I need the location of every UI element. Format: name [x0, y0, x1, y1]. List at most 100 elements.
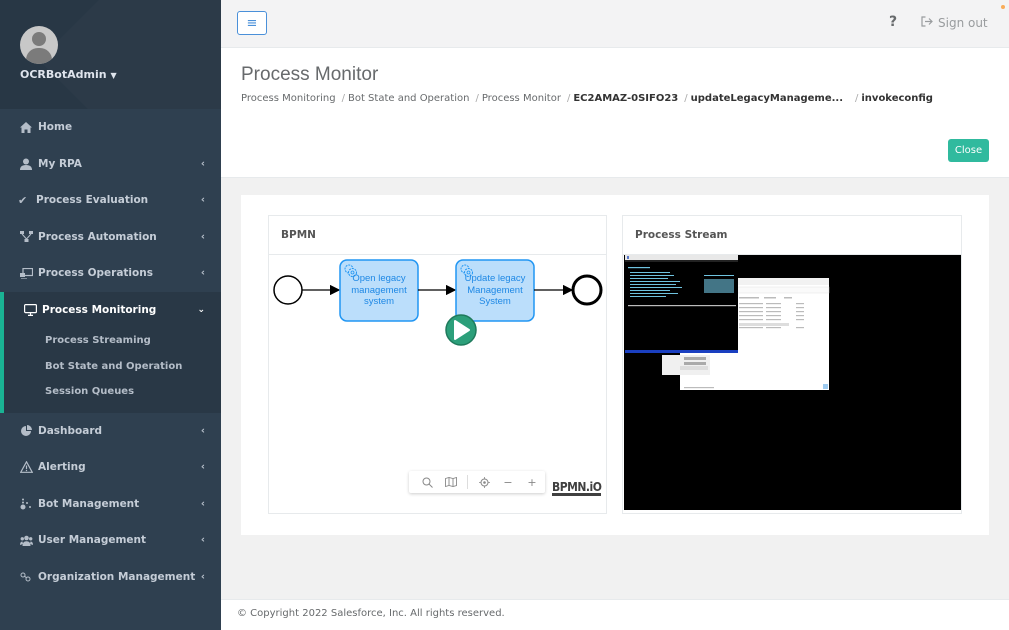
breadcrumb-item[interactable]: Bot State and Operation — [348, 93, 469, 104]
zoom-out-icon[interactable]: − — [498, 473, 518, 491]
chevron-left-icon: ‹ — [200, 231, 205, 243]
close-button-label: Close — [954, 145, 983, 156]
task-label-line: system — [364, 296, 394, 307]
sidebar-subitem-process-streaming[interactable]: Process Streaming — [4, 328, 221, 354]
sidebar-subitem-label: Session Queues — [45, 386, 135, 398]
play-overlay-icon[interactable] — [445, 314, 477, 346]
chevron-left-icon: ‹ — [200, 425, 205, 437]
bpmn-panel-title: BPMN — [269, 216, 606, 255]
breadcrumb-item-process[interactable]: updateLegacyManageme... — [691, 93, 843, 104]
sidebar-item-label: Alerting — [38, 461, 86, 474]
task-label-line: Update legacy — [465, 273, 526, 284]
sidebar-item-process-operations[interactable]: Process Operations ‹ — [0, 255, 221, 292]
bpmn-toolbar: − + — [409, 471, 545, 493]
sidebar-item-label: My RPA — [38, 157, 82, 170]
process-stream-video[interactable] — [624, 255, 961, 510]
chevron-left-icon: ‹ — [200, 267, 205, 279]
page-title: Process Monitor — [241, 64, 379, 85]
center-icon[interactable] — [474, 473, 494, 491]
process-stream-panel: Process Stream — [622, 215, 962, 514]
sidebar-subitem-session-queues[interactable]: Session Queues — [4, 379, 221, 405]
sidebar-item-dashboard[interactable]: Dashboard ‹ — [0, 413, 221, 450]
sidebar-item-label: Bot Management — [38, 497, 140, 510]
question-icon: ? — [889, 14, 898, 30]
stream-popup — [662, 355, 710, 375]
zoom-in-icon[interactable]: + — [522, 473, 542, 491]
stream-frame — [625, 255, 830, 390]
user-menu-toggle[interactable]: OCRBotAdmin ▼ — [20, 68, 117, 81]
chevron-left-icon: ‹ — [200, 534, 205, 546]
sidebar-item-label: User Management — [38, 534, 147, 547]
home-icon — [20, 121, 38, 133]
start-event[interactable] — [273, 275, 303, 305]
task-label-line: management — [351, 285, 407, 296]
sign-out-link[interactable]: Sign out — [921, 16, 988, 30]
sign-out-icon — [921, 16, 933, 30]
sidebar-subitem-label: Bot State and Operation — [45, 360, 183, 372]
sidebar-item-my-rpa[interactable]: My RPA ‹ — [0, 146, 221, 183]
sidebar-item-label: Process Monitoring — [42, 303, 157, 316]
footer: © Copyright 2022 Salesforce, Inc. All ri… — [221, 599, 1009, 630]
sidebar: OCRBotAdmin ▼ Home My RPA ‹ ✔ Process Eva… — [0, 0, 221, 630]
sidebar-item-label: Process Automation — [38, 230, 157, 243]
monitor-icon — [24, 303, 42, 316]
users-icon — [20, 535, 38, 546]
sidebar-item-alerting[interactable]: Alerting ‹ — [0, 449, 221, 486]
sidebar-item-organization-management[interactable]: Organization Management ‹ — [0, 559, 221, 596]
breadcrumb-separator: / — [341, 93, 345, 104]
page-heading: Process Monitor Process Monitoring / Bot… — [221, 48, 1009, 178]
link-icon — [20, 572, 38, 582]
sidebar-item-label: Process Evaluation — [36, 194, 149, 207]
sidebar-item-label: Organization Management — [38, 570, 196, 583]
end-event[interactable] — [571, 274, 603, 306]
breadcrumb-separator: / — [855, 93, 859, 104]
stream-terminal-window — [625, 255, 738, 353]
search-icon[interactable] — [417, 473, 437, 491]
sidebar-subitem-bot-state[interactable]: Bot State and Operation — [4, 354, 221, 380]
breadcrumb: Process Monitoring / Bot State and Opera… — [241, 93, 933, 104]
close-button[interactable]: Close — [948, 139, 989, 162]
sidebar-item-home[interactable]: Home — [0, 109, 221, 146]
breadcrumb-separator: / — [475, 93, 479, 104]
bpmn-io-logo[interactable]: BPMN.iO — [552, 481, 602, 496]
sidebar-item-process-monitoring[interactable]: Process Monitoring ⌄ — [4, 292, 221, 329]
bpmn-canvas[interactable]: Open legacy management system Update leg… — [269, 255, 606, 513]
sidebar-item-process-evaluation[interactable]: ✔ Process Evaluation ‹ — [0, 182, 221, 219]
avatar-head — [32, 32, 46, 46]
sidebar-subitem-label: Process Streaming — [45, 335, 151, 347]
copyright-text: © Copyright 2022 Salesforce, Inc. All ri… — [237, 608, 505, 619]
sidebar-profile: OCRBotAdmin ▼ — [0, 0, 221, 109]
avatar[interactable] — [20, 26, 58, 64]
sidebar-item-label: Home — [38, 121, 73, 134]
avatar-body — [26, 48, 52, 64]
sidebar-item-label: Dashboard — [38, 424, 103, 437]
breadcrumb-item[interactable]: Process Monitoring — [241, 93, 336, 104]
chevron-left-icon: ‹ — [200, 194, 205, 206]
breadcrumb-separator: / — [566, 93, 571, 104]
content-card: BPMN Open legacy management system Updat… — [241, 195, 989, 535]
task-label-line: System — [479, 296, 511, 307]
breadcrumb-item[interactable]: Process Monitor — [482, 93, 561, 104]
sidebar-toggle-button[interactable]: ≡ — [237, 11, 267, 35]
user-icon — [20, 158, 38, 170]
task-label-line: Open legacy — [352, 273, 406, 284]
breadcrumb-item-machine[interactable]: EC2AMAZ-0SIFO23 — [573, 93, 678, 104]
sidebar-item-process-automation[interactable]: Process Automation ‹ — [0, 219, 221, 256]
sidebar-item-user-management[interactable]: User Management ‹ — [0, 522, 221, 559]
notification-dot — [1001, 5, 1005, 9]
chevron-left-icon: ‹ — [200, 461, 205, 473]
service-task-open-legacy[interactable]: Open legacy management system — [339, 259, 419, 322]
chevron-left-icon: ‹ — [200, 498, 205, 510]
sign-out-label: Sign out — [938, 16, 988, 30]
warning-icon — [20, 461, 38, 474]
bot-icon — [20, 498, 38, 510]
sidebar-nav: Home My RPA ‹ ✔ Process Evaluation ‹ Pro… — [0, 109, 221, 595]
toolbar-divider — [467, 475, 468, 489]
operations-icon — [20, 267, 38, 279]
map-icon[interactable] — [441, 473, 461, 491]
service-task-update-legacy[interactable]: Update legacy Management System — [455, 259, 535, 322]
sidebar-item-bot-management[interactable]: Bot Management ‹ — [0, 486, 221, 523]
pie-chart-icon — [20, 424, 38, 437]
sidebar-item-label: Process Operations — [38, 267, 153, 280]
help-button[interactable]: ? — [889, 14, 897, 30]
